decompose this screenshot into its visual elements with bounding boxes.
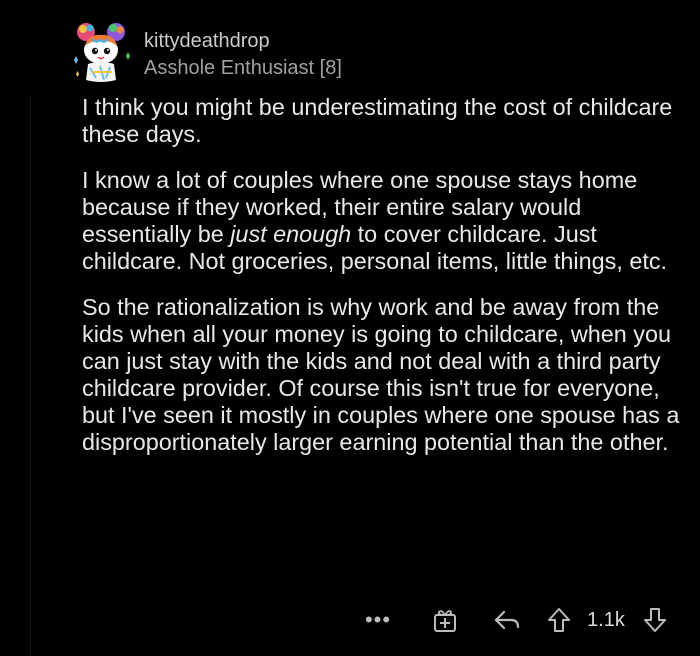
comment: kittydeathdrop Asshole Enthusiast [8] I … [0, 0, 700, 656]
paragraph-2-emphasis: just enough [230, 221, 352, 247]
snoo-avatar-icon[interactable] [70, 20, 132, 86]
reply-icon [493, 609, 521, 631]
paragraph-1: I think you might be underestimating the… [82, 94, 673, 147]
vote-score: 1.1k [587, 608, 625, 631]
thread-line[interactable] [30, 96, 31, 656]
more-options-icon: ••• [364, 607, 392, 632]
comment-header: kittydeathdrop Asshole Enthusiast [8] [70, 14, 670, 94]
downvote-icon [643, 607, 667, 633]
user-flair: Asshole Enthusiast [8] [144, 57, 342, 79]
reply-button[interactable] [490, 600, 524, 640]
award-icon [433, 607, 457, 633]
username[interactable]: kittydeathdrop [144, 30, 270, 53]
downvote-button[interactable] [640, 600, 670, 640]
upvote-icon [547, 607, 571, 633]
username-text[interactable]: kittydeathdrop [144, 30, 270, 52]
paragraph-2: I know a lot of couples where one spouse… [82, 167, 682, 275]
award-button[interactable] [430, 600, 460, 640]
comment-actions: ••• 1.1k [360, 600, 690, 640]
upvote-button[interactable] [544, 600, 574, 640]
more-options-button[interactable]: ••• [360, 600, 396, 640]
comment-body: I think you might be underestimating the… [82, 94, 682, 475]
paragraph-3: So the rationalization is why work and b… [82, 294, 680, 455]
